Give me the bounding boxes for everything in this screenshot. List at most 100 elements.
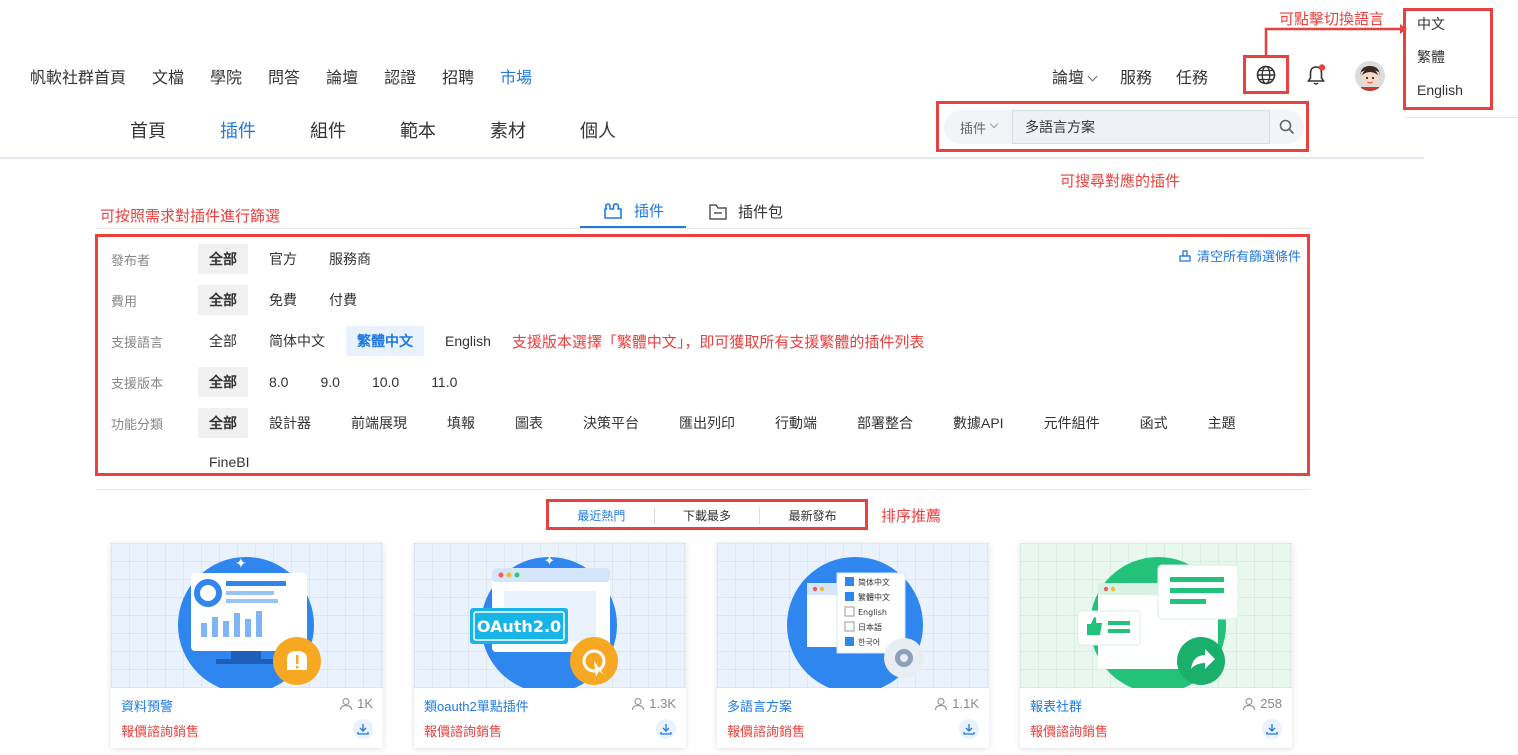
filter-option[interactable]: 全部 [198, 326, 248, 356]
tab-plugin-pack-label: 插件包 [738, 204, 784, 221]
lang-item: 繁體中文 [858, 592, 890, 602]
plugin-card-user-count: 1K [357, 696, 373, 711]
nav-certification[interactable]: 認證 [384, 64, 416, 88]
sort-hot[interactable]: 最近熱門 [549, 506, 655, 524]
oauth-text: OAuth2.0 [477, 617, 561, 636]
plugin-card[interactable]: OAuth2.0 ✦ 類oauth2單點插件 1.3K 報價諮詢銷售 [414, 543, 686, 748]
filter-option[interactable]: 服務商 [318, 244, 382, 274]
download-icon[interactable] [656, 719, 676, 739]
plugin-card-title[interactable]: 多語言方案 [727, 696, 792, 715]
filter-option[interactable]: 主題 [1197, 408, 1247, 438]
bell-icon[interactable] [1306, 64, 1326, 91]
sort-bar: 最近熱門 下載最多 最新發布 [549, 503, 865, 527]
filter-option[interactable]: 免費 [258, 285, 308, 315]
filter-option[interactable]: 設計器 [258, 408, 322, 438]
plugin-card-title[interactable]: 報表社群 [1030, 696, 1082, 715]
filter-option[interactable]: 匯出列印 [668, 408, 746, 438]
avatar[interactable] [1355, 61, 1385, 91]
download-icon[interactable] [959, 719, 979, 739]
service-link[interactable]: 服務 [1120, 64, 1152, 88]
download-icon[interactable] [1262, 719, 1282, 739]
subnav-home[interactable]: 首頁 [130, 117, 220, 143]
multilang-illustration: 简体中文 繁體中文 English 日本語 한국어 [787, 557, 924, 688]
nav-docs[interactable]: 文檔 [152, 64, 184, 88]
forum-dropdown-label: 論壇 [1052, 70, 1085, 87]
nav-academy[interactable]: 學院 [210, 64, 242, 88]
filter-option[interactable]: 全部 [198, 244, 248, 274]
filter-option[interactable]: 填報 [436, 408, 486, 438]
clear-filters-button[interactable]: 清空所有篩選條件 [1178, 246, 1301, 265]
filter-option[interactable]: 前端展現 [340, 408, 418, 438]
filter-option[interactable]: 9.0 [309, 369, 350, 395]
header-divider [0, 157, 1424, 159]
sort-newest[interactable]: 最新發布 [760, 507, 865, 524]
plugin-card[interactable]: 简体中文 繁體中文 English 日本語 한국어 多語言方案 1.1K 報價諮… [717, 543, 989, 748]
tab-plugin[interactable]: 插件 [580, 195, 687, 228]
nav-forum[interactable]: 論壇 [326, 64, 358, 88]
filter-option[interactable]: 部署整合 [846, 408, 924, 438]
plugin-card-title[interactable]: 資料預警 [121, 696, 173, 715]
language-popup-divider [1405, 117, 1518, 118]
nav-market[interactable]: 市場 [500, 64, 532, 88]
filter-option[interactable]: 付費 [318, 285, 368, 315]
subnav-plugins[interactable]: 插件 [220, 117, 310, 143]
forum-dropdown[interactable]: 論壇 [1052, 64, 1098, 88]
plugin-card-user-count: 1.3K [649, 696, 676, 711]
filter-option[interactable]: 8.0 [258, 369, 299, 395]
filter-option[interactable]: 官方 [258, 244, 308, 274]
lang-item: English [858, 608, 887, 617]
filter-option[interactable]: 10.0 [361, 369, 410, 395]
filter-option[interactable]: 行動端 [764, 408, 828, 438]
filter-option[interactable]: 圖表 [504, 408, 554, 438]
plugin-card-image: ✦ [111, 543, 383, 688]
filter-option[interactable]: 全部 [198, 367, 248, 397]
subnav-personal[interactable]: 個人 [580, 117, 670, 143]
filter-option[interactable]: English [434, 328, 502, 354]
lang-item: 简体中文 [858, 577, 890, 587]
plugin-card[interactable]: ✦ 資料預警 1K 報價諮詢銷售 [111, 543, 383, 748]
filter-option[interactable]: 繁體中文 [346, 326, 424, 356]
filter-option[interactable]: 函式 [1129, 408, 1179, 438]
nav-recruit[interactable]: 招聘 [442, 64, 474, 88]
right-nav: 論壇 服務 任務 [1052, 64, 1232, 88]
tab-plugin-pack[interactable]: 插件包 [686, 195, 805, 228]
download-icon[interactable] [353, 719, 373, 739]
filter-option[interactable]: 數據API [942, 408, 1015, 438]
svg-text:✦: ✦ [544, 554, 555, 569]
sort-downloads[interactable]: 下載最多 [655, 506, 761, 524]
filter-option[interactable]: 全部 [198, 285, 248, 315]
filter-option[interactable]: 简体中文 [258, 326, 336, 356]
plugin-card-title[interactable]: 類oauth2單點插件 [424, 696, 529, 715]
subnav-components[interactable]: 組件 [310, 117, 400, 143]
plugin-card-users: 1K [339, 696, 373, 711]
language-popup-highlight [1403, 8, 1493, 110]
search-annotation: 可搜尋對應的插件 [1060, 173, 1181, 190]
user-icon [935, 697, 948, 710]
plugin-card-user-count: 1.1K [952, 696, 979, 711]
filter-label: 支援語言 [111, 334, 164, 350]
subnav-templates[interactable]: 範本 [400, 117, 490, 143]
plugin-card[interactable]: 報表社群 258 報價諮詢銷售 [1020, 543, 1292, 748]
task-link[interactable]: 任務 [1176, 64, 1208, 88]
subnav-materials[interactable]: 素材 [490, 117, 580, 143]
nav-home[interactable]: 帆軟社群首頁 [30, 64, 126, 88]
filter-option[interactable]: 11.0 [420, 369, 468, 395]
puzzle-icon [604, 202, 622, 219]
filter-option[interactable]: 決策平台 [572, 408, 650, 438]
filter-option[interactable]: 全部 [198, 408, 248, 438]
filter-option[interactable]: FineBI [198, 449, 260, 475]
filter-label: 支援版本 [111, 375, 164, 391]
filter-category-wrap: FineBI [198, 449, 270, 475]
user-icon [339, 697, 353, 710]
plugin-card-price: 報價諮詢銷售 [424, 724, 503, 739]
data-alert-illustration: ✦ [178, 556, 321, 688]
globe-icon[interactable] [1256, 65, 1276, 90]
filter-version: 支援版本 全部 8.0 9.0 10.0 11.0 [111, 367, 478, 397]
plugin-card-users: 1.3K [631, 696, 676, 711]
plugin-card-price: 報價諮詢銷售 [1030, 724, 1109, 739]
nav-qa[interactable]: 問答 [268, 64, 300, 88]
clear-filters-label: 清空所有篩選條件 [1197, 249, 1302, 264]
filter-option[interactable]: 元件組件 [1033, 408, 1111, 438]
plugin-card-users: 1.1K [934, 696, 979, 711]
filter-language: 支援語言 全部 简体中文 繁體中文 English 支援版本選擇「繁體中文」，即… [111, 326, 924, 356]
